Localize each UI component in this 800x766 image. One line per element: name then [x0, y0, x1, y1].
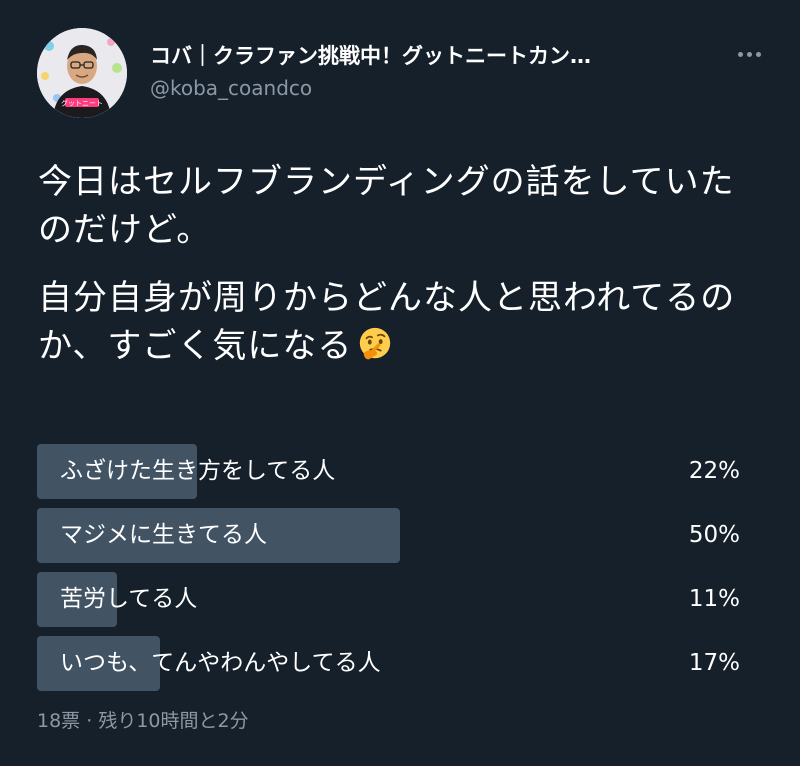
poll-option-percent: 50%	[688, 522, 740, 548]
more-dot-icon	[746, 51, 752, 57]
tweet-paragraph: 自分自身が周りからどんな人と思われてるのか、すごく気になる	[38, 278, 736, 366]
poll-option-label: マジメに生きてる人	[60, 522, 267, 548]
tweet-paragraph: 今日はセルフブランディングの話をしていたのだけど。	[38, 162, 735, 250]
poll-option[interactable]: 苦労してる人 11%	[37, 572, 740, 627]
user-handle[interactable]: @koba_coandco	[150, 76, 312, 100]
more-dot-icon	[737, 51, 743, 57]
poll-option-label: 苦労してる人	[60, 586, 198, 612]
poll-option-percent: 17%	[688, 650, 740, 676]
poll-meta: 18票 · 残り10時間と2分	[37, 706, 249, 733]
tweet-header: グットニート コバ｜クラファン挑戦中！グットニートカン… @koba_coand…	[37, 28, 772, 118]
poll-option-label: ふざけた生き方をしてる人	[60, 458, 336, 484]
poll: ふざけた生き方をしてる人 22% マジメに生きてる人 50% 苦労してる人 11…	[37, 444, 740, 700]
avatar-image: グットニート	[37, 28, 127, 118]
display-name[interactable]: コバ｜クラファン挑戦中！グットニートカン…	[150, 40, 710, 70]
poll-time-left: 残り10時間と2分	[98, 710, 249, 732]
poll-option-label: いつも、てんやわんやしてる人	[60, 650, 381, 676]
poll-vote-count: 18票	[37, 710, 81, 732]
poll-option[interactable]: マジメに生きてる人 50%	[37, 508, 740, 563]
poll-option[interactable]: いつも、てんやわんやしてる人 17%	[37, 636, 740, 691]
poll-option[interactable]: ふざけた生き方をしてる人 22%	[37, 444, 740, 499]
poll-option-percent: 22%	[688, 458, 740, 484]
more-dot-icon	[755, 51, 761, 57]
thinking-face-emoji-icon	[360, 327, 391, 360]
avatar[interactable]: グットニート	[37, 28, 127, 118]
poll-option-percent: 11%	[688, 586, 740, 612]
avatar-shirt-text: グットニート	[61, 99, 103, 108]
more-options-button[interactable]	[732, 42, 766, 66]
tweet-body: 今日はセルフブランディングの話をしていたのだけど。 自分自身が周りからどんな人と…	[38, 158, 766, 390]
poll-meta-separator: ·	[86, 710, 93, 732]
